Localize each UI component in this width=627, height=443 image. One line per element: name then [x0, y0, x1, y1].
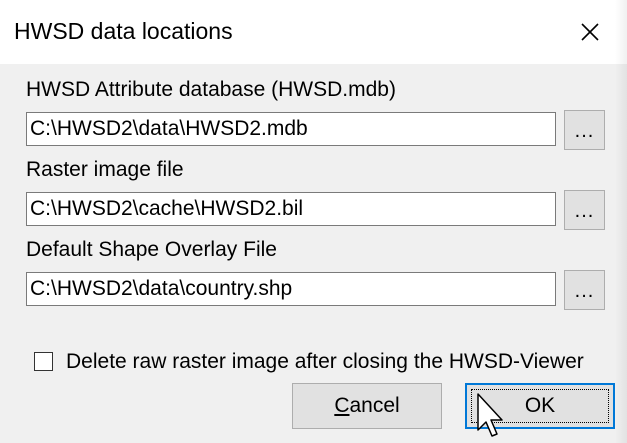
window-shadow	[615, 0, 627, 443]
dialog-window: HWSD data locations HWSD Attribute datab…	[0, 0, 627, 443]
shape-overlay-browse-button[interactable]: ...	[564, 270, 605, 310]
shape-overlay-input[interactable]: C:\HWSD2\data\country.shp	[26, 272, 556, 306]
raster-image-browse-button[interactable]: ...	[564, 190, 605, 230]
delete-raster-label[interactable]: Delete raw raster image after closing th…	[66, 350, 584, 374]
cancel-button-label: Cancel	[334, 394, 400, 417]
attribute-database-input[interactable]: C:\HWSD2\data\HWSD2.mdb	[26, 112, 556, 146]
mouse-pointer-icon	[477, 393, 503, 437]
raster-image-label: Raster image file	[26, 158, 184, 181]
attribute-database-browse-button[interactable]: ...	[564, 110, 605, 150]
cancel-accesskey: C	[334, 394, 350, 417]
title-bar[interactable]: HWSD data locations	[0, 0, 627, 64]
dialog-title: HWSD data locations	[14, 18, 233, 44]
cancel-button[interactable]: Cancel	[292, 383, 442, 429]
shape-overlay-label: Default Shape Overlay File	[26, 238, 277, 261]
raster-image-input[interactable]: C:\HWSD2\cache\HWSD2.bil	[26, 192, 556, 226]
attribute-database-label: HWSD Attribute database (HWSD.mdb)	[26, 78, 396, 101]
delete-raster-checkbox[interactable]	[34, 352, 53, 371]
close-icon	[581, 23, 599, 41]
